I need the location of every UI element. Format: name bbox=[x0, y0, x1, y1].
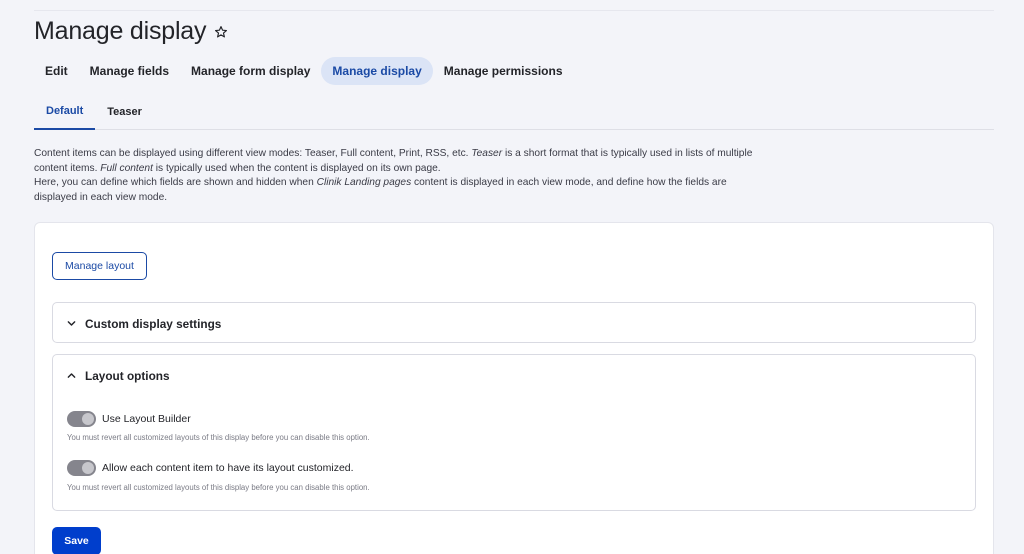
allow-custom-layout-toggle[interactable] bbox=[67, 460, 96, 476]
primary-tabs: Edit Manage fields Manage form display M… bbox=[34, 57, 574, 85]
use-layout-builder-toggle[interactable] bbox=[67, 411, 96, 427]
description-emphasis: Full content bbox=[100, 162, 153, 174]
description-emphasis: Teaser bbox=[471, 148, 503, 159]
layout-options-label: Layout options bbox=[85, 368, 170, 383]
page-title: Manage display bbox=[34, 17, 207, 45]
chevron-up-icon bbox=[67, 371, 76, 380]
custom-display-settings-label: Custom display settings bbox=[85, 316, 222, 331]
top-divider bbox=[34, 10, 994, 11]
tab-edit[interactable]: Edit bbox=[34, 57, 79, 85]
allow-custom-layout-help: You must revert all customized layouts o… bbox=[67, 483, 370, 492]
tab-manage-form-display[interactable]: Manage form display bbox=[180, 57, 321, 85]
description-text: Content items can be displayed using dif… bbox=[34, 148, 472, 159]
layout-options-summary[interactable]: Layout options bbox=[67, 355, 170, 396]
tab-teaser[interactable]: Teaser bbox=[95, 97, 154, 130]
chevron-down-icon bbox=[67, 319, 76, 328]
tab-default[interactable]: Default bbox=[34, 97, 96, 130]
page-title-row: Manage display bbox=[34, 17, 228, 46]
custom-display-settings-summary[interactable]: Custom display settings bbox=[67, 303, 221, 344]
save-button[interactable]: Save bbox=[52, 527, 101, 554]
use-layout-builder-help: You must revert all customized layouts o… bbox=[67, 433, 370, 442]
display-settings-card: Manage layout Custom display settings La… bbox=[34, 222, 994, 554]
use-layout-builder-label: Use Layout Builder bbox=[102, 413, 191, 425]
allow-custom-layout-label: Allow each content item to have its layo… bbox=[102, 462, 354, 474]
view-modes-description: Content items can be displayed using dif… bbox=[34, 147, 764, 206]
secondary-tabs: Default Teaser bbox=[34, 97, 994, 130]
tab-manage-display[interactable]: Manage display bbox=[321, 57, 433, 85]
description-text: is typically used when the content is di… bbox=[152, 162, 441, 174]
toggle-knob bbox=[82, 413, 94, 425]
layout-options-details: Layout options Use Layout Builder You mu… bbox=[52, 354, 976, 511]
manage-layout-button[interactable]: Manage layout bbox=[52, 252, 147, 280]
allow-custom-layout-row: Allow each content item to have its layo… bbox=[67, 460, 354, 476]
toggle-knob bbox=[82, 462, 94, 474]
star-outline-icon[interactable] bbox=[214, 25, 228, 39]
use-layout-builder-row: Use Layout Builder bbox=[67, 411, 191, 427]
description-text: Here, you can define which fields are sh… bbox=[34, 177, 317, 189]
description-paragraph-1: Content items can be displayed using dif… bbox=[34, 147, 764, 176]
description-emphasis: Clinik Landing pages bbox=[316, 177, 412, 189]
description-paragraph-2: Here, you can define which fields are sh… bbox=[34, 176, 764, 205]
page: Manage display Edit Manage fields Manage… bbox=[0, 0, 1024, 554]
custom-display-settings-details: Custom display settings bbox=[52, 302, 976, 343]
tab-manage-fields[interactable]: Manage fields bbox=[79, 57, 180, 85]
tab-manage-permissions[interactable]: Manage permissions bbox=[433, 57, 574, 85]
